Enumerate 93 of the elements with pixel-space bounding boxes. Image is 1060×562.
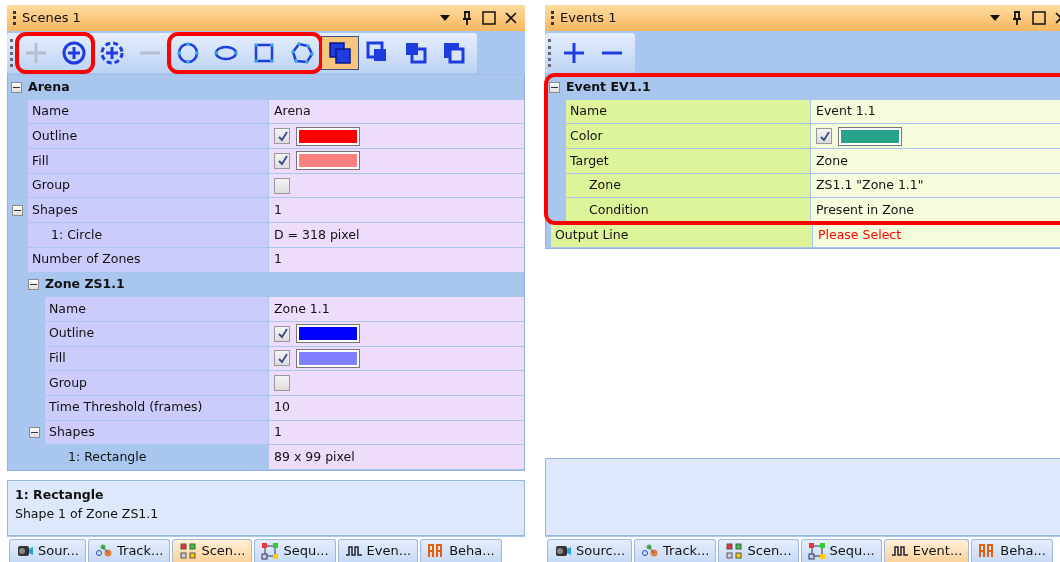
maximize-icon[interactable] xyxy=(481,10,497,26)
panel-tab[interactable]: Beha... xyxy=(971,539,1053,562)
square-shape-icon xyxy=(252,40,276,65)
collapse-icon[interactable] xyxy=(29,427,40,439)
property-value: 1 xyxy=(274,200,282,219)
property-label: Outline xyxy=(28,124,269,150)
property-value: D = 318 pixel xyxy=(274,225,360,244)
check-icon xyxy=(276,155,288,167)
property-label: Group xyxy=(28,173,269,199)
minus-icon xyxy=(602,50,622,55)
layers-icon xyxy=(328,40,352,65)
property-value: Event 1.1 xyxy=(816,102,876,121)
property-value: Zone 1.1 xyxy=(274,299,330,318)
color-swatch[interactable] xyxy=(838,126,902,146)
property-label: Name xyxy=(566,99,811,125)
property-value: Present in Zone xyxy=(816,200,915,219)
property-label: Output Line xyxy=(551,223,813,248)
add-circle-icon xyxy=(62,40,86,65)
collapse-icon[interactable] xyxy=(28,279,39,291)
property-label: Name xyxy=(28,99,269,125)
checkbox[interactable] xyxy=(274,325,290,342)
property-label: Shapes xyxy=(28,198,269,224)
color-swatch[interactable] xyxy=(296,126,360,146)
check-icon xyxy=(276,328,288,340)
description-text: Shape 1 of Zone ZS1.1 xyxy=(15,505,159,521)
check-icon xyxy=(276,352,288,364)
layers-icon xyxy=(404,40,428,65)
close-icon[interactable] xyxy=(503,10,519,26)
collapse-icon[interactable] xyxy=(11,81,22,93)
collapse-icon[interactable] xyxy=(12,205,23,217)
polygon-shape-icon xyxy=(290,40,314,65)
panel-tab[interactable]: Scen... xyxy=(718,539,799,562)
category-label: Arena xyxy=(28,77,70,96)
property-label: Color xyxy=(566,124,811,150)
panel-tab[interactable]: Beha... xyxy=(420,539,502,562)
panel-title: Scenes 1 xyxy=(22,9,82,28)
property-value: 10 xyxy=(274,398,290,417)
property-label: Condition xyxy=(566,198,811,224)
panel-tab[interactable]: Sequ... xyxy=(800,539,882,562)
property-label: Zone xyxy=(566,173,811,199)
property-value: Zone xyxy=(816,151,848,170)
color-swatch[interactable] xyxy=(296,151,360,171)
layers-icon xyxy=(442,40,466,65)
scene-icon xyxy=(179,542,198,560)
scene-icon xyxy=(725,542,744,560)
panel-tab[interactable]: Sour... xyxy=(9,539,86,562)
property-label: Time Threshold (frames) xyxy=(45,395,269,421)
color-swatch[interactable] xyxy=(296,324,360,344)
property-value: 89 x 99 pixel xyxy=(274,447,355,466)
panel-tab[interactable]: Scen... xyxy=(172,539,253,562)
warning-value: Please Select xyxy=(818,225,902,244)
collapse-icon[interactable] xyxy=(549,81,560,93)
sequence-icon xyxy=(807,542,826,560)
add-target-icon xyxy=(100,40,124,65)
plus-icon xyxy=(24,40,48,65)
property-value: ZS1.1 "Zone 1.1" xyxy=(816,176,924,195)
checkbox[interactable] xyxy=(274,375,290,392)
checkbox[interactable] xyxy=(816,128,832,145)
panel-tab[interactable]: Track... xyxy=(634,539,717,562)
description-title: 1: Rectangle xyxy=(15,486,105,504)
plus-icon xyxy=(562,40,586,65)
check-icon xyxy=(276,130,288,142)
panel-tab[interactable]: Event... xyxy=(883,539,970,562)
panel-tab[interactable]: Track... xyxy=(88,539,171,562)
panel-tab[interactable]: Sequ... xyxy=(254,539,336,562)
property-label: Fill xyxy=(28,149,269,174)
category-label: Zone ZS1.1 xyxy=(45,275,125,294)
maximize-icon[interactable] xyxy=(1031,10,1047,26)
checkbox[interactable] xyxy=(274,128,290,145)
panel-tab[interactable]: Even... xyxy=(337,539,419,562)
property-label: 1: Circle xyxy=(28,223,269,248)
checkbox[interactable] xyxy=(274,177,290,194)
property-label: Fill xyxy=(45,346,269,372)
checkbox[interactable] xyxy=(274,152,290,169)
category-label: Event EV1.1 xyxy=(566,77,651,96)
check-icon xyxy=(818,130,830,142)
color-swatch[interactable] xyxy=(296,348,360,368)
property-label: Target xyxy=(566,149,811,174)
property-label: Name xyxy=(45,297,269,322)
property-label: Number of Zones xyxy=(28,247,269,273)
property-label: Group xyxy=(45,371,269,396)
sequence-icon xyxy=(261,542,280,560)
property-value: 1 xyxy=(274,250,282,269)
checkbox[interactable] xyxy=(274,350,290,367)
circle-shape-icon xyxy=(176,40,200,65)
property-label: Outline xyxy=(45,321,269,347)
panel-title: Events 1 xyxy=(560,9,618,28)
property-value: Arena xyxy=(274,102,311,121)
layers-button[interactable] xyxy=(321,35,359,70)
property-value: 1 xyxy=(274,423,282,442)
minus-icon xyxy=(140,50,160,55)
property-label: Shapes xyxy=(45,420,269,446)
panel-tab[interactable]: Sourc... xyxy=(547,539,633,562)
